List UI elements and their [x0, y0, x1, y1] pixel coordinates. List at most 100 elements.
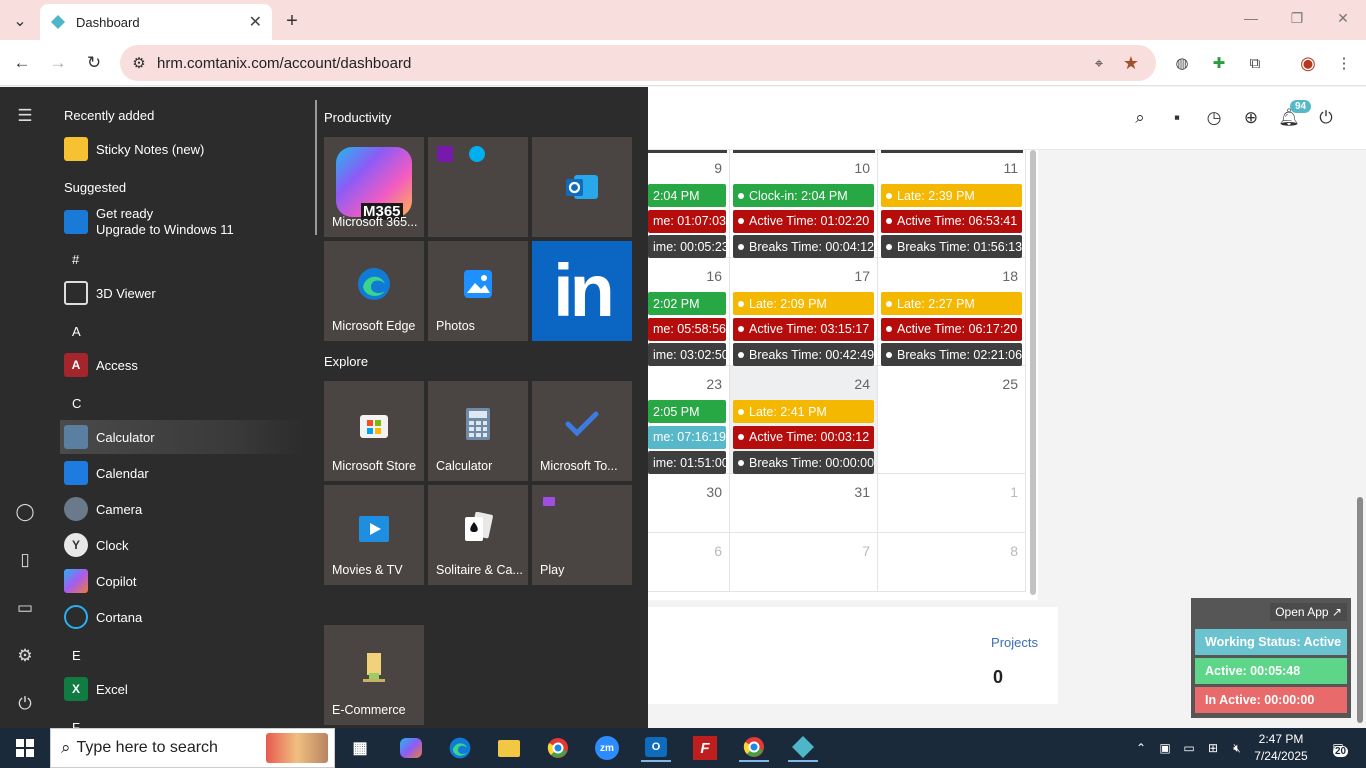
- calendar-day-cell[interactable]: 25: [878, 366, 1026, 474]
- calendar-event[interactable]: Breaks Time: 01:56:13: [881, 235, 1022, 258]
- tile-photos[interactable]: Photos: [428, 241, 528, 341]
- translate-icon[interactable]: ◍: [1170, 52, 1194, 74]
- minimize-button[interactable]: —: [1236, 10, 1266, 26]
- profile-icon[interactable]: ◉: [1296, 52, 1320, 74]
- calendar-day-cell[interactable]: 1: [878, 474, 1026, 533]
- app-access[interactable]: A Access: [60, 348, 305, 382]
- taskbar-search-box[interactable]: ⌕ Type here to search: [50, 728, 335, 768]
- meet-now-icon[interactable]: ▣: [1155, 738, 1175, 758]
- app-calculator[interactable]: Calculator: [60, 420, 305, 454]
- address-bar[interactable]: ⚙ hrm.comtanix.com/account/dashboard ⌖ ★: [120, 45, 1156, 81]
- tab-close-icon[interactable]: ✕: [249, 12, 262, 32]
- calendar-event[interactable]: 2:04 PM: [648, 184, 726, 207]
- tile-outlook[interactable]: [532, 137, 632, 237]
- calendar-event[interactable]: me: 01:07:03: [648, 209, 726, 233]
- calendar-event[interactable]: me: 07:16:19: [648, 425, 726, 449]
- app-3d-viewer[interactable]: 3D Viewer: [60, 276, 305, 310]
- calendar-event[interactable]: 2:02 PM: [648, 292, 726, 315]
- tile-movies-tv[interactable]: Movies & TV: [324, 485, 424, 585]
- calendar-event[interactable]: Active Time: 03:15:17: [733, 317, 874, 341]
- battery-icon[interactable]: ▭: [1179, 738, 1199, 758]
- page-scrollbar[interactable]: [1357, 497, 1363, 723]
- taskbar-zoom-icon[interactable]: zm: [592, 734, 622, 762]
- tile-solitaire[interactable]: Solitaire & Ca...: [428, 485, 528, 585]
- taskbar-copilot-icon[interactable]: [396, 734, 426, 762]
- calendar-event[interactable]: me: 05:58:56: [648, 317, 726, 341]
- browser-tab-dashboard[interactable]: Dashboard ✕: [40, 4, 272, 40]
- calendar-event[interactable]: Late: 2:39 PM: [881, 184, 1022, 207]
- calendar-event[interactable]: Active Time: 06:53:41: [881, 209, 1022, 233]
- back-button[interactable]: ←: [10, 52, 34, 74]
- bookmark-star-icon[interactable]: ★: [1120, 52, 1142, 74]
- tile-calculator[interactable]: Calculator: [428, 381, 528, 481]
- extensions-puzzle-icon[interactable]: ⧉: [1243, 52, 1267, 74]
- sticky-note-icon[interactable]: ▪: [1166, 107, 1188, 129]
- app-get-ready-win11[interactable]: Get ready Upgrade to Windows 11: [60, 204, 305, 240]
- letter-f[interactable]: F: [72, 720, 80, 728]
- calendar-event[interactable]: Active Time: 00:03:12: [733, 425, 874, 449]
- calendar-event[interactable]: Active Time: 06:17:20: [881, 317, 1022, 341]
- tab-search-button[interactable]: ⌄: [7, 8, 33, 34]
- site-info-icon[interactable]: ⚙: [128, 52, 150, 74]
- app-excel[interactable]: X Excel: [60, 672, 305, 706]
- power-icon[interactable]: ⏻: [14, 693, 36, 715]
- app-copilot[interactable]: Copilot: [60, 564, 305, 598]
- calendar-event[interactable]: Clock-in: 2:04 PM: [733, 184, 874, 207]
- taskbar-edge-icon[interactable]: [445, 734, 475, 762]
- restore-button[interactable]: ❐: [1282, 10, 1312, 27]
- letter-e[interactable]: E: [72, 648, 81, 663]
- letter-hash[interactable]: #: [72, 252, 79, 267]
- calendar-day-cell[interactable]: 31: [730, 474, 878, 533]
- search-icon[interactable]: ⌕: [1129, 107, 1151, 129]
- taskbar-chrome-profile-icon[interactable]: [739, 734, 769, 762]
- hamburger-menu-icon[interactable]: ☰: [14, 105, 36, 127]
- app-sticky-notes[interactable]: Sticky Notes (new): [60, 132, 305, 166]
- start-button[interactable]: [10, 734, 40, 762]
- calendar-day-cell[interactable]: 24 Late: 2:41 PM Active Time: 00:03:12 Brea…: [730, 366, 878, 474]
- calendar-event[interactable]: Late: 2:41 PM: [733, 400, 874, 423]
- calendar-event[interactable]: Late: 2:27 PM: [881, 292, 1022, 315]
- tile-office-group[interactable]: [428, 137, 528, 237]
- system-clock[interactable]: 2:47 PM 7/24/2025: [1250, 731, 1312, 765]
- letter-c[interactable]: C: [72, 396, 81, 411]
- settings-gear-icon[interactable]: ⚙: [14, 645, 36, 667]
- forward-button[interactable]: →: [46, 52, 70, 74]
- calendar-event[interactable]: Breaks Time: 02:21:06: [881, 343, 1022, 366]
- calendar-event[interactable]: 2:05 PM: [648, 400, 726, 423]
- new-tab-button[interactable]: +: [279, 8, 305, 34]
- menu-kebab-icon[interactable]: ⋮: [1332, 52, 1356, 74]
- tile-microsoft-todo[interactable]: Microsoft To...: [532, 381, 632, 481]
- tile-e-commerce[interactable]: E-Commerce: [324, 625, 424, 725]
- calendar-day-cell[interactable]: 11 Late: 2:39 PM Active Time: 06:53:41 Brea…: [878, 150, 1026, 258]
- app-cortana[interactable]: Cortana: [60, 600, 305, 634]
- tile-linkedin[interactable]: in: [532, 241, 632, 341]
- calendar-event[interactable]: Breaks Time: 00:04:12: [733, 235, 874, 258]
- show-hidden-icons-chevron-icon[interactable]: ⌃: [1131, 738, 1151, 758]
- location-icon[interactable]: ⌖: [1088, 52, 1110, 74]
- clock-icon[interactable]: ◷: [1203, 107, 1225, 129]
- taskbar-outlook-icon[interactable]: O: [641, 734, 671, 762]
- tile-microsoft-edge[interactable]: Microsoft Edge: [324, 241, 424, 341]
- calendar-day-cell[interactable]: 8: [878, 533, 1026, 592]
- calendar-event[interactable]: Breaks Time: 00:00:00: [733, 451, 874, 474]
- power-icon[interactable]: ⏻: [1315, 107, 1337, 129]
- taskbar-hrm-app-icon[interactable]: [788, 734, 818, 762]
- add-circle-icon[interactable]: ⊕: [1240, 107, 1262, 129]
- letter-a[interactable]: A: [72, 324, 81, 339]
- calendar-scroll-thumb[interactable]: [1030, 150, 1036, 595]
- calendar-day-cell[interactable]: 7: [730, 533, 878, 592]
- open-app-button[interactable]: Open App ↗: [1270, 603, 1347, 621]
- taskbar-chrome-icon[interactable]: [543, 734, 573, 762]
- tile-play[interactable]: Play: [532, 485, 632, 585]
- pictures-icon[interactable]: ▭: [14, 597, 36, 619]
- calendar-event[interactable]: Late: 2:09 PM: [733, 292, 874, 315]
- calendar-event[interactable]: Breaks Time: 00:42:49: [733, 343, 874, 366]
- tile-microsoft-store[interactable]: Microsoft Store: [324, 381, 424, 481]
- calendar-event[interactable]: Active Time: 01:02:20: [733, 209, 874, 233]
- calendar-scrollbar[interactable]: [1030, 150, 1036, 595]
- calendar-day-cell[interactable]: 17 Late: 2:09 PM Active Time: 03:15:17 Brea…: [730, 258, 878, 366]
- network-icon[interactable]: ⊞: [1203, 738, 1223, 758]
- app-camera[interactable]: Camera: [60, 492, 305, 526]
- calendar-event[interactable]: ime: 00:05:23: [648, 235, 726, 258]
- calendar-day-cell[interactable]: 18 Late: 2:27 PM Active Time: 06:17:20 Brea…: [878, 258, 1026, 366]
